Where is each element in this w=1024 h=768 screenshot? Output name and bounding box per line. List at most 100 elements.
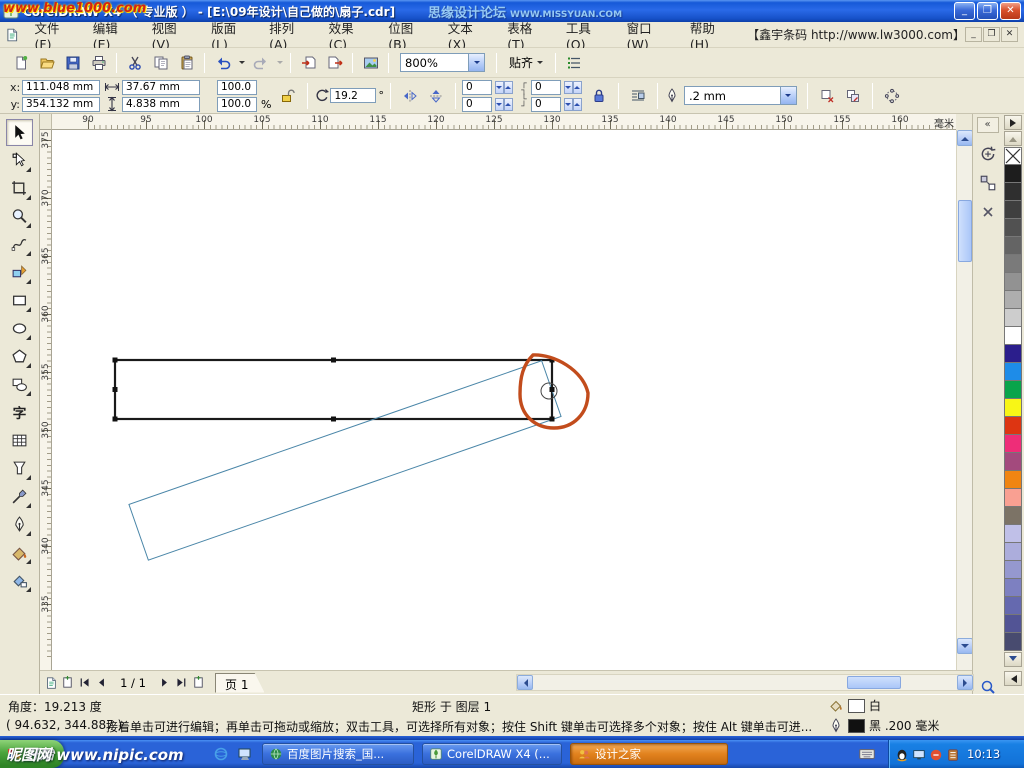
color-swatch[interactable] (1004, 291, 1022, 309)
palette-scroll-down-button[interactable] (1004, 652, 1022, 667)
cut-button[interactable] (122, 51, 147, 75)
doc-close-button[interactable]: ✕ (1001, 27, 1018, 42)
new-button[interactable] (8, 51, 33, 75)
fill-tool[interactable] (6, 539, 33, 566)
corner-lock-button[interactable] (587, 84, 611, 108)
copy-properties-button[interactable] (841, 84, 865, 108)
outline-width-combo[interactable] (684, 86, 797, 105)
table-tool[interactable] (6, 427, 33, 454)
color-swatch[interactable] (1004, 255, 1022, 273)
keyboard-icon[interactable] (858, 745, 876, 763)
rotation-angle-field[interactable] (330, 88, 376, 103)
zoom-corner-button[interactable] (979, 678, 997, 695)
zoom-level-dropdown[interactable] (468, 53, 485, 72)
scale-h-field[interactable] (217, 80, 257, 95)
corner-d-spinner[interactable] (564, 98, 582, 111)
zoom-tool[interactable] (6, 203, 33, 230)
palette-expand-button[interactable] (1004, 671, 1022, 686)
quicklaunch-ie-button[interactable] (212, 745, 230, 763)
undo-button[interactable] (210, 51, 235, 75)
zoom-level-combo[interactable] (400, 53, 485, 72)
corner-b-spinner[interactable] (495, 98, 513, 111)
transform-docker-button[interactable] (977, 143, 999, 165)
open-button[interactable] (34, 51, 59, 75)
color-swatch[interactable] (1004, 345, 1022, 363)
mirror-horizontal-button[interactable] (398, 84, 422, 108)
task-button-0[interactable]: 百度图片搜索_国... (262, 743, 414, 765)
color-swatch[interactable] (1004, 471, 1022, 489)
docker-collapse-button[interactable]: « (977, 117, 999, 133)
first-page-button[interactable] (76, 674, 93, 691)
polygon-tool[interactable] (6, 343, 33, 370)
interactive-fill-tool[interactable] (6, 567, 33, 594)
drawing-scale-button[interactable] (42, 674, 59, 691)
mirror-vertical-button[interactable] (424, 84, 448, 108)
tray-monitor-icon[interactable] (912, 745, 926, 764)
color-swatch[interactable] (1004, 597, 1022, 615)
basic-shapes-tool[interactable] (6, 371, 33, 398)
tray-sound-icon[interactable] (929, 745, 943, 764)
crop-tool[interactable] (6, 175, 33, 202)
drawing-canvas[interactable] (52, 130, 956, 670)
save-button[interactable] (60, 51, 85, 75)
color-swatch[interactable] (1004, 417, 1022, 435)
color-swatch[interactable] (1004, 237, 1022, 255)
convert-to-curves-button[interactable] (880, 84, 904, 108)
color-swatch[interactable] (1004, 273, 1022, 291)
paste-button[interactable] (174, 51, 199, 75)
outline-width-dropdown[interactable] (780, 86, 797, 105)
task-button-1[interactable]: CorelDRAW X4 (... (422, 743, 562, 765)
eyedropper-tool[interactable] (6, 483, 33, 510)
color-swatch[interactable] (1004, 309, 1022, 327)
snap-to-button[interactable]: 贴齐 (502, 50, 550, 75)
height-field[interactable] (122, 97, 200, 112)
corner-a-spinner[interactable] (495, 81, 513, 94)
corner-radius-c-field[interactable] (531, 80, 561, 95)
doc-restore-button[interactable]: ❐ (983, 27, 1000, 42)
color-swatch[interactable] (1004, 435, 1022, 453)
rectangle-tool[interactable] (6, 287, 33, 314)
scale-mirror-docker-button[interactable] (977, 172, 999, 194)
color-swatch[interactable] (1004, 165, 1022, 183)
pick-tool[interactable] (6, 119, 33, 146)
corner-radius-b-field[interactable] (462, 97, 492, 112)
start-button[interactable]: 开始 (0, 740, 64, 768)
color-swatch[interactable] (1004, 363, 1022, 381)
task-button-2[interactable]: 设计之家 (570, 743, 728, 765)
x-position-field[interactable] (22, 80, 100, 95)
freehand-tool[interactable] (6, 231, 33, 258)
next-page-button[interactable] (156, 674, 173, 691)
color-swatch[interactable] (1004, 489, 1022, 507)
shape-tool[interactable] (6, 147, 33, 174)
close-button[interactable]: ✕ (1000, 2, 1021, 20)
width-field[interactable] (122, 80, 200, 95)
horizontal-scroll-thumb[interactable] (847, 676, 901, 689)
color-swatch[interactable] (1004, 543, 1022, 561)
page-tab[interactable]: 页 1 (215, 673, 264, 693)
color-swatch[interactable] (1004, 219, 1022, 237)
vertical-scrollbar[interactable] (956, 130, 972, 670)
zoom-level-input[interactable] (400, 53, 468, 72)
export-button[interactable] (322, 51, 347, 75)
previous-page-button[interactable] (93, 674, 110, 691)
color-swatch[interactable] (1004, 615, 1022, 633)
copy-button[interactable] (148, 51, 173, 75)
restore-button[interactable]: ❐ (977, 2, 998, 20)
doc-minimize-button[interactable]: _ (965, 27, 982, 42)
add-page-after-button[interactable] (190, 674, 207, 691)
color-swatch[interactable] (1004, 381, 1022, 399)
options-button[interactable] (561, 51, 586, 75)
undo-dropdown[interactable] (236, 51, 247, 75)
redo-button[interactable] (248, 51, 273, 75)
print-button[interactable] (86, 51, 111, 75)
horizontal-scrollbar[interactable] (516, 674, 974, 691)
tray-qq-icon[interactable] (895, 745, 909, 764)
scroll-right-button[interactable] (957, 675, 973, 690)
color-swatch[interactable] (1004, 399, 1022, 417)
scale-lock-button[interactable] (276, 84, 300, 108)
app-launcher-button[interactable] (358, 51, 383, 75)
palette-scroll-up-button[interactable] (1004, 131, 1022, 146)
y-position-field[interactable] (22, 97, 100, 112)
color-swatch[interactable] (1004, 201, 1022, 219)
text-wrap-button[interactable] (626, 84, 650, 108)
